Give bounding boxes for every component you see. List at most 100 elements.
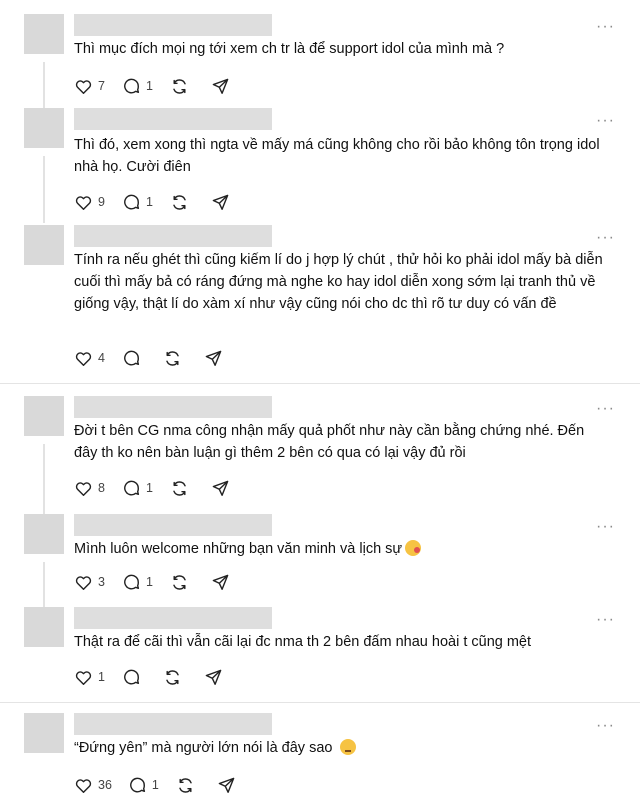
avatar[interactable]	[24, 225, 64, 265]
send-icon	[205, 669, 222, 685]
avatar[interactable]	[24, 713, 64, 753]
reply-count: 1	[146, 195, 153, 209]
action-bar: 4	[74, 348, 245, 368]
reply-count: 1	[146, 79, 153, 93]
username-placeholder[interactable]	[74, 14, 272, 36]
comment-icon	[129, 777, 146, 792]
share-button[interactable]	[204, 668, 223, 687]
reply-button[interactable]: 1	[128, 776, 160, 795]
post-text: Tính ra nếu ghét thì cũng kiếm lí do j h…	[74, 252, 603, 312]
reply-button[interactable]	[122, 349, 141, 368]
repost-icon	[166, 350, 179, 366]
reply-button[interactable]: 1	[122, 479, 154, 498]
like-button[interactable]: 1	[74, 668, 106, 687]
like-button[interactable]: 4	[74, 349, 106, 368]
more-icon[interactable]: ···	[596, 718, 615, 734]
like-count: 7	[98, 79, 105, 93]
repost-button[interactable]	[163, 349, 182, 368]
like-button[interactable]: 36	[74, 776, 112, 795]
username-placeholder[interactable]	[74, 396, 272, 418]
repost-icon	[173, 574, 186, 590]
repost-button[interactable]	[163, 668, 182, 687]
send-icon	[212, 194, 229, 210]
username-placeholder[interactable]	[74, 713, 272, 735]
repost-icon	[173, 194, 186, 210]
reply-button[interactable]	[122, 668, 141, 687]
like-button[interactable]: 3	[74, 573, 106, 592]
post-text: Mình luôn welcome những bạn văn minh và …	[74, 541, 403, 557]
heart-icon	[75, 778, 92, 793]
pensive-face-icon	[339, 739, 356, 755]
thread-feed: ··· Thì mục đích mọi ng tới xem ch tr là…	[0, 0, 640, 803]
username-placeholder[interactable]	[74, 225, 272, 247]
heart-icon	[75, 351, 92, 366]
more-icon[interactable]: ···	[596, 401, 615, 417]
post-text: Thì đó, xem xong thì ngta về mấy má cũng…	[74, 137, 600, 175]
reply-button[interactable]: 1	[122, 573, 154, 592]
more-icon[interactable]: ···	[596, 19, 615, 35]
username-placeholder[interactable]	[74, 108, 272, 130]
more-icon[interactable]: ···	[596, 519, 615, 535]
post-text: Thì mục đích mọi ng tới xem ch tr là để …	[74, 41, 505, 57]
share-button[interactable]	[211, 77, 230, 96]
comment-icon	[124, 194, 140, 209]
repost-icon	[173, 480, 186, 496]
avatar[interactable]	[24, 108, 64, 148]
repost-button[interactable]	[170, 573, 189, 592]
comment-icon	[124, 480, 140, 495]
like-count: 1	[98, 670, 105, 684]
like-count: 9	[98, 195, 105, 209]
avatar[interactable]	[24, 607, 64, 647]
post-5: ··· Thật ra để cãi thì vẫn cãi lại đc nm…	[0, 607, 640, 697]
heart-icon	[75, 195, 92, 210]
thread-line	[43, 156, 45, 223]
send-icon	[212, 78, 229, 94]
avatar[interactable]	[24, 514, 64, 554]
face-blowing-kiss-icon	[405, 540, 422, 556]
more-icon[interactable]: ···	[596, 230, 615, 246]
more-icon[interactable]: ···	[596, 113, 615, 129]
send-icon	[205, 350, 222, 366]
share-button[interactable]	[211, 193, 230, 212]
like-button[interactable]: 8	[74, 479, 106, 498]
send-icon	[212, 480, 229, 496]
post-text-wrap: Mình luôn welcome những bạn văn minh và …	[74, 538, 604, 560]
heart-icon	[75, 481, 92, 496]
post-text: Thật ra để cãi thì vẫn cãi lại đc nma th…	[74, 634, 532, 650]
send-icon	[212, 574, 229, 590]
like-count: 36	[98, 778, 112, 792]
share-button[interactable]	[211, 479, 230, 498]
repost-button[interactable]	[170, 193, 189, 212]
avatar[interactable]	[24, 396, 64, 436]
share-button[interactable]	[211, 573, 230, 592]
reply-button[interactable]: 1	[122, 193, 154, 212]
comment-icon	[124, 350, 140, 365]
like-count: 8	[98, 481, 105, 495]
username-placeholder[interactable]	[74, 607, 272, 629]
username-placeholder[interactable]	[74, 514, 272, 536]
post-text: “Đứng yên” mà người lớn nói là đây sao	[74, 740, 333, 756]
thread-divider	[0, 383, 640, 384]
repost-button[interactable]	[170, 479, 189, 498]
post-4: ··· Mình luôn welcome những bạn văn minh…	[0, 514, 640, 609]
repost-icon	[173, 78, 186, 94]
like-button[interactable]: 7	[74, 77, 106, 96]
repost-button[interactable]	[176, 776, 195, 795]
reply-count: 1	[151, 778, 159, 792]
share-button[interactable]	[204, 349, 223, 368]
repost-button[interactable]	[170, 77, 189, 96]
action-bar: 36 1	[74, 775, 258, 795]
comment-icon	[124, 78, 140, 93]
comment-icon	[124, 669, 140, 684]
action-bar: 7 1	[74, 76, 252, 96]
reply-count: 1	[146, 575, 153, 589]
post-3: ··· Đời t bên CG nma công nhận mấy quả p…	[0, 396, 640, 514]
more-icon[interactable]: ···	[596, 612, 615, 628]
like-button[interactable]: 9	[74, 193, 106, 212]
reply-button[interactable]: 1	[122, 77, 154, 96]
post-2: ··· Tính ra nếu ghét thì cũng kiếm lí do…	[0, 225, 640, 375]
avatar[interactable]	[24, 14, 64, 54]
share-button[interactable]	[217, 776, 236, 795]
heart-icon	[75, 575, 92, 590]
thread-divider	[0, 702, 640, 703]
